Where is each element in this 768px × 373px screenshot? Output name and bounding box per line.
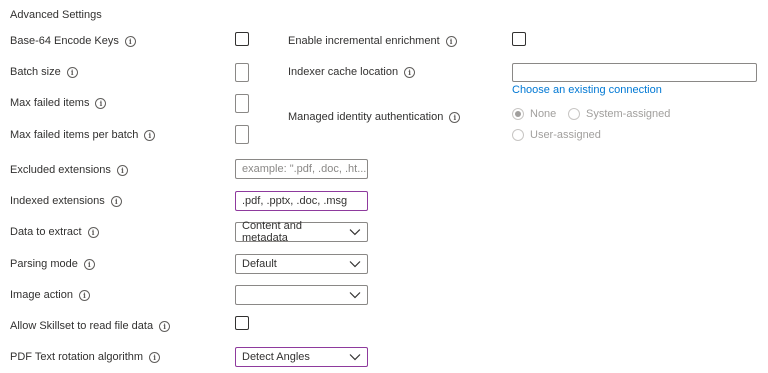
info-icon[interactable]: i: [78, 289, 90, 301]
info-icon[interactable]: i: [445, 35, 457, 47]
chevron-down-icon: [349, 229, 361, 236]
incremental-label: Enable incremental enrichment i: [288, 35, 457, 47]
cache-location-label: Indexer cache location i: [288, 66, 416, 78]
pdf-rotation-label: PDF Text rotation algorithm i: [10, 351, 161, 363]
max-failed-label: Max failed items i: [10, 97, 107, 109]
info-icon[interactable]: i: [404, 66, 416, 78]
managed-identity-label: Managed identity authentication i: [288, 111, 461, 123]
excluded-ext-label: Excluded extensions i: [10, 164, 128, 176]
max-failed-batch-label: Max failed items per batch i: [10, 129, 156, 141]
info-icon[interactable]: i: [66, 66, 78, 78]
image-action-label: Image action i: [10, 289, 90, 301]
radio-none[interactable]: [512, 108, 524, 120]
info-icon[interactable]: i: [149, 351, 161, 363]
info-icon[interactable]: i: [83, 258, 95, 270]
parsing-mode-dropdown[interactable]: Default: [235, 254, 368, 274]
batch-size-input[interactable]: [235, 63, 249, 82]
excluded-ext-input[interactable]: example: ".pdf, .doc, .ht...: [235, 159, 368, 179]
chevron-down-icon: [349, 292, 361, 299]
allow-skillset-label: Allow Skillset to read file data i: [10, 320, 171, 332]
info-icon[interactable]: i: [159, 320, 171, 332]
radio-none-option[interactable]: None: [512, 108, 556, 120]
image-action-dropdown[interactable]: [235, 285, 368, 305]
radio-system[interactable]: [568, 108, 580, 120]
max-failed-input[interactable]: [235, 94, 249, 113]
info-icon[interactable]: i: [116, 164, 128, 176]
parsing-mode-label: Parsing mode i: [10, 258, 95, 270]
cache-location-input[interactable]: [512, 63, 757, 82]
info-icon[interactable]: i: [95, 97, 107, 109]
batch-size-label: Batch size i: [10, 66, 78, 78]
info-icon[interactable]: i: [449, 111, 461, 123]
incremental-checkbox[interactable]: [512, 32, 526, 46]
base64-label: Base-64 Encode Keys i: [10, 35, 136, 47]
data-to-extract-dropdown[interactable]: Content and metadata: [235, 220, 368, 244]
radio-user-option[interactable]: User-assigned: [512, 129, 601, 141]
pdf-rotation-dropdown[interactable]: Detect Angles: [235, 347, 368, 367]
indexed-ext-label: Indexed extensions i: [10, 195, 122, 207]
info-icon[interactable]: i: [87, 226, 99, 238]
base64-checkbox[interactable]: [235, 32, 249, 46]
data-to-extract-label: Data to extract i: [10, 226, 99, 238]
info-icon[interactable]: i: [110, 195, 122, 207]
choose-connection-link[interactable]: Choose an existing connection: [512, 84, 662, 96]
info-icon[interactable]: i: [124, 35, 136, 47]
info-icon[interactable]: i: [144, 129, 156, 141]
radio-selected-dot: [515, 111, 521, 117]
radio-system-option[interactable]: System-assigned: [568, 108, 670, 120]
section-title: Advanced Settings: [10, 9, 102, 21]
indexed-ext-input[interactable]: .pdf, .pptx, .doc, .msg: [235, 191, 368, 211]
max-failed-batch-input[interactable]: [235, 125, 249, 144]
radio-user[interactable]: [512, 129, 524, 141]
chevron-down-icon: [349, 354, 361, 361]
chevron-down-icon: [349, 261, 361, 268]
allow-skillset-checkbox[interactable]: [235, 316, 249, 330]
